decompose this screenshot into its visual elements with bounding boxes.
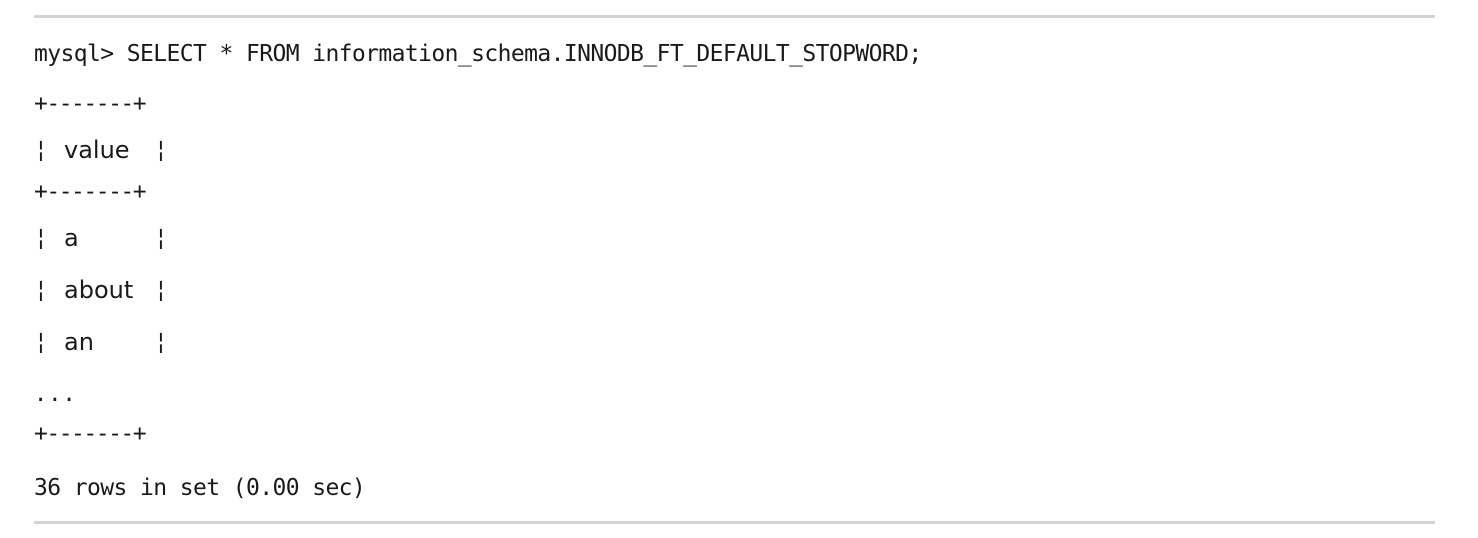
table-border-bottom: +-------+ bbox=[34, 421, 147, 447]
ellipsis: ... bbox=[34, 382, 77, 407]
column-separator: ¦ bbox=[154, 137, 168, 163]
column-separator: ¦ bbox=[154, 329, 168, 355]
table-row: ¦ a ¦ bbox=[34, 223, 174, 253]
column-separator: ¦ bbox=[34, 329, 48, 355]
column-separator: ¦ bbox=[154, 225, 168, 251]
table-border-top: +-------+ bbox=[34, 91, 147, 117]
result-summary: 36 rows in set (0.00 sec) bbox=[34, 475, 366, 501]
table-border-header: +-------+ bbox=[34, 179, 147, 205]
column-separator: ¦ bbox=[34, 137, 48, 163]
table-row: ¦ an ¦ bbox=[34, 327, 174, 357]
column-separator: ¦ bbox=[34, 277, 48, 303]
table-cell: a bbox=[64, 224, 79, 252]
column-separator: ¦ bbox=[154, 277, 168, 303]
table-cell: an bbox=[64, 328, 94, 356]
table-row: ¦ about ¦ bbox=[34, 275, 174, 305]
sql-command-line: mysql> SELECT * FROM information_schema.… bbox=[34, 41, 922, 67]
table-header-row: ¦ value ¦ bbox=[34, 135, 174, 165]
top-divider bbox=[34, 15, 1435, 18]
column-separator: ¦ bbox=[34, 225, 48, 251]
table-cell: about bbox=[64, 276, 134, 304]
bottom-divider bbox=[34, 521, 1435, 524]
column-header-value: value bbox=[64, 136, 130, 164]
